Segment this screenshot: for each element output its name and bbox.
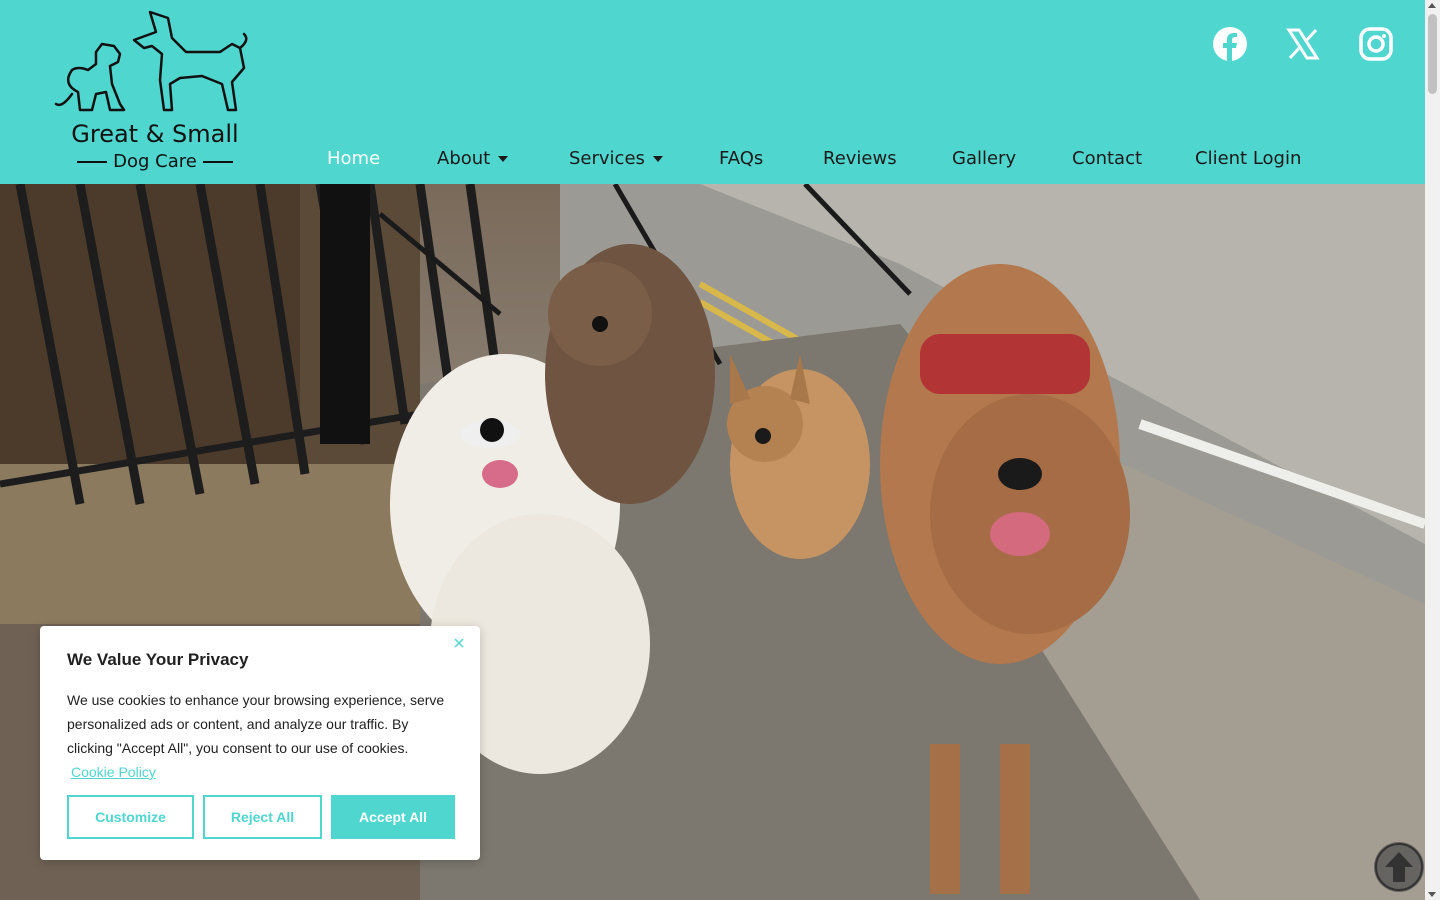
caret-down-icon [498, 156, 509, 162]
nav-contact[interactable]: Contact [1072, 148, 1142, 169]
nav-reviews[interactable]: Reviews [823, 148, 897, 169]
x-icon[interactable] [1285, 26, 1321, 62]
scrollbar[interactable] [1425, 0, 1440, 900]
nav-services-label: Services [569, 148, 645, 169]
cookie-body-text: We use cookies to enhance your browsing … [67, 692, 445, 756]
nav-gallery[interactable]: Gallery [952, 148, 1016, 169]
facebook-icon[interactable] [1212, 26, 1248, 62]
accept-all-button[interactable]: Accept All [331, 795, 455, 839]
reject-all-button[interactable]: Reject All [203, 795, 322, 839]
nav-home[interactable]: Home [327, 148, 380, 169]
scroll-down-icon[interactable] [1428, 892, 1436, 897]
nav-client-login[interactable]: Client Login [1195, 148, 1301, 169]
arrow-up-icon [1375, 843, 1423, 891]
cookie-consent-dialog: We Value Your Privacy We use cookies to … [40, 626, 480, 860]
scroll-thumb[interactable] [1428, 14, 1437, 94]
customize-button[interactable]: Customize [67, 795, 194, 839]
cookie-title: We Value Your Privacy [67, 650, 249, 669]
main-nav: Home About Services FAQs Reviews Gallery… [0, 148, 1425, 176]
cookie-policy-link[interactable]: Cookie Policy [71, 764, 156, 780]
caret-down-icon [652, 156, 663, 162]
cookie-body: We use cookies to enhance your browsing … [67, 688, 457, 784]
back-to-top-button[interactable] [1374, 842, 1424, 892]
nav-faqs[interactable]: FAQs [719, 148, 763, 169]
logo-line1: Great & Small [71, 120, 239, 148]
instagram-icon[interactable] [1358, 26, 1394, 62]
close-icon[interactable] [452, 636, 466, 650]
scroll-up-icon[interactable] [1428, 3, 1436, 8]
nav-about-label: About [437, 148, 491, 169]
site-header: Great & Small Dog Care Home About Servic… [0, 0, 1425, 184]
dog-logo-icon [54, 10, 248, 112]
cookie-buttons: Customize Reject All Accept All [67, 795, 455, 839]
nav-about[interactable]: About [437, 148, 509, 169]
nav-services[interactable]: Services [569, 148, 663, 169]
